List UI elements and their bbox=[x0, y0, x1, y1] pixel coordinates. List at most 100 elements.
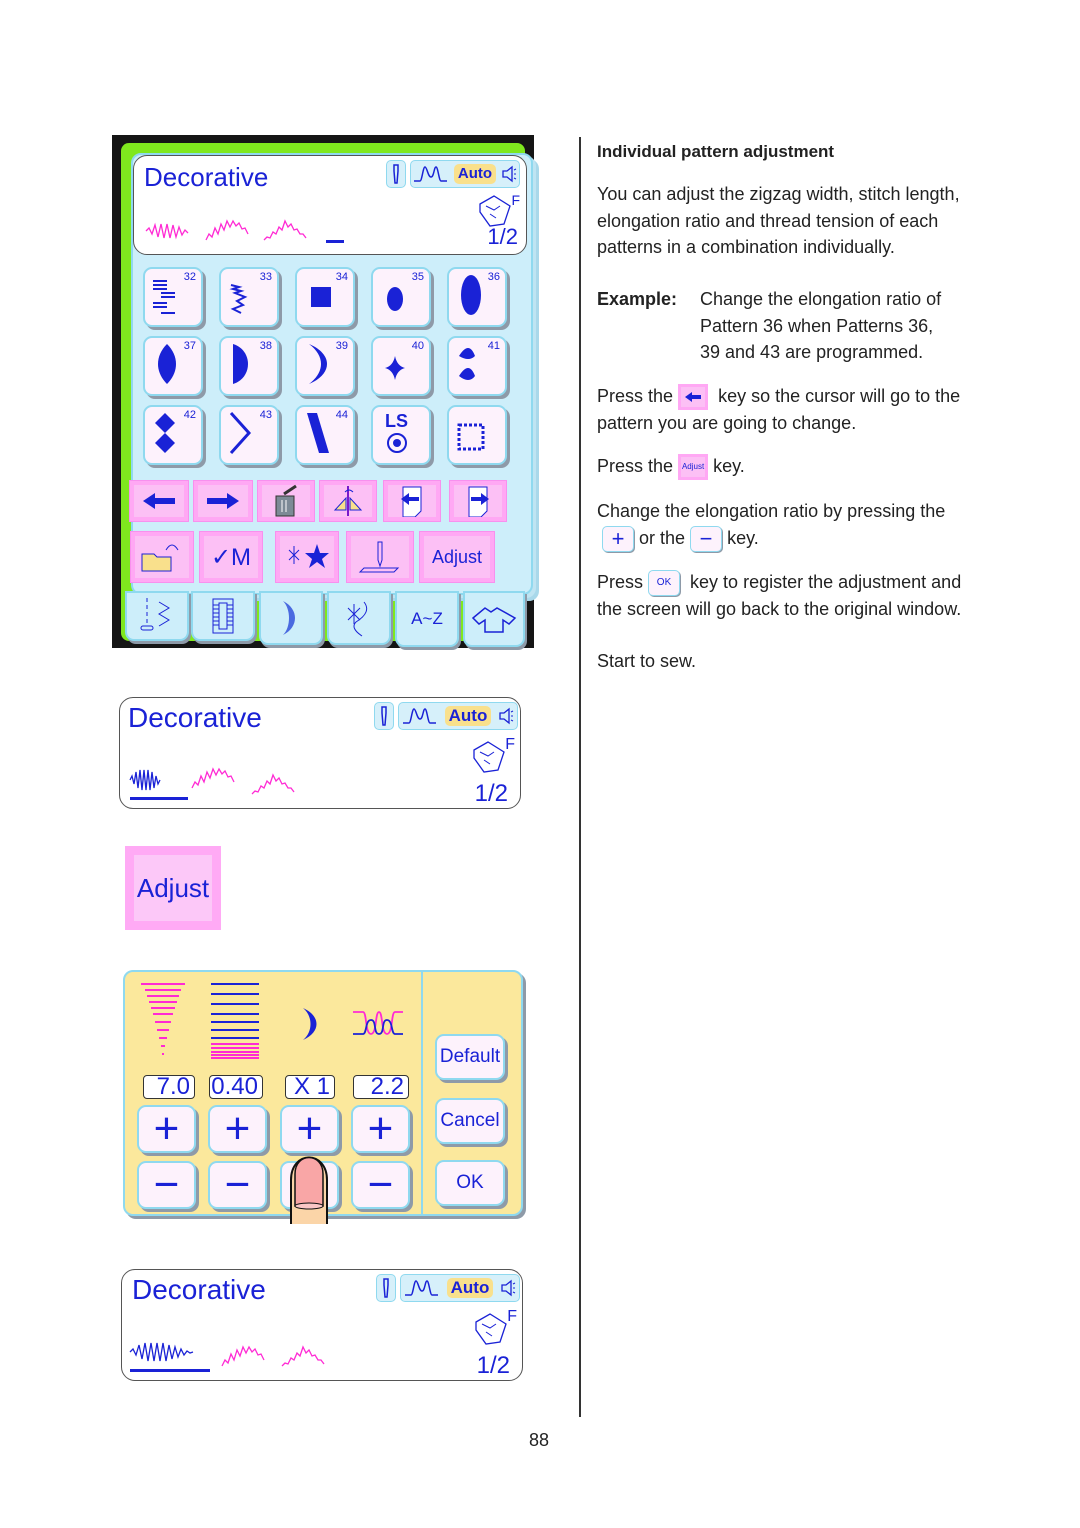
stitch-length-plus-button[interactable]: + bbox=[208, 1104, 267, 1153]
example-label: Example: bbox=[597, 289, 678, 309]
folder-recall-icon bbox=[141, 544, 179, 572]
pattern-button-37[interactable]: 37 bbox=[143, 336, 203, 396]
pattern-number: 37 bbox=[183, 340, 196, 352]
step-text: key. bbox=[713, 456, 745, 476]
presser-foot-icon bbox=[473, 741, 505, 773]
lock-stitch-button[interactable]: LS bbox=[371, 405, 431, 465]
needle-position-button[interactable] bbox=[346, 531, 414, 583]
page-forward-button[interactable] bbox=[449, 480, 507, 522]
cursor-left-button[interactable] bbox=[129, 480, 189, 522]
needle-icon[interactable] bbox=[376, 1274, 396, 1302]
pattern-number: 43 bbox=[259, 409, 272, 421]
speaker-icon bbox=[501, 1279, 515, 1297]
slanted-satin-icon bbox=[307, 413, 329, 453]
zigzag-width-icon bbox=[141, 983, 185, 1055]
thread-tension-minus-button[interactable]: − bbox=[351, 1160, 410, 1209]
auto-badge: Auto bbox=[444, 706, 492, 726]
inline-ok-key: OK bbox=[648, 570, 681, 597]
ok-button[interactable]: OK bbox=[435, 1160, 505, 1206]
programmed-pattern-preview bbox=[145, 219, 344, 243]
step-text: pattern you are going to change. bbox=[597, 413, 857, 434]
pattern-button-39[interactable]: 39 bbox=[295, 336, 355, 396]
thread-tension-icon bbox=[403, 708, 437, 724]
pattern-number: 41 bbox=[487, 340, 500, 352]
adjust-button[interactable]: Adjust bbox=[419, 531, 495, 583]
pattern-button-43[interactable]: 43 bbox=[219, 405, 279, 465]
tab-alphabet[interactable]: A~Z bbox=[395, 591, 459, 647]
pattern-number: 42 bbox=[183, 409, 196, 421]
elongation-icon bbox=[303, 1008, 317, 1040]
pattern-button-34[interactable]: 34 bbox=[295, 267, 355, 327]
default-button[interactable]: Default bbox=[435, 1034, 505, 1080]
step-text: Press the bbox=[597, 456, 674, 476]
zigzag-width-plus-button[interactable]: + bbox=[137, 1104, 196, 1153]
tab-buttonhole[interactable] bbox=[191, 591, 255, 641]
programmed-pattern-preview bbox=[129, 767, 295, 800]
tension-box[interactable]: Auto bbox=[410, 160, 520, 188]
delete-button[interactable] bbox=[257, 480, 315, 522]
page-number: 88 bbox=[529, 1430, 550, 1450]
adjust-key[interactable]: Adjust bbox=[125, 846, 221, 930]
chevron-stitch-icon bbox=[229, 411, 252, 455]
tab-garment[interactable] bbox=[463, 591, 525, 647]
stitch-length-icon bbox=[211, 983, 259, 1059]
pattern-button-42[interactable]: 42 bbox=[143, 405, 203, 465]
pattern-button-40[interactable]: 40 bbox=[371, 336, 431, 396]
page-indicator: 1/2 bbox=[474, 780, 508, 807]
status-display-cursor: Decorative Auto F 1/2 bbox=[119, 697, 521, 809]
tab-decorative[interactable] bbox=[327, 591, 391, 645]
tab-satin[interactable] bbox=[259, 591, 323, 645]
step-text: key so the cursor will go to the bbox=[718, 386, 961, 406]
column-divider bbox=[579, 137, 581, 1417]
example-line: Change the elongation ratio of bbox=[700, 289, 942, 309]
tension-box[interactable]: Auto bbox=[400, 1274, 520, 1302]
pattern-button-32[interactable]: 32 bbox=[143, 267, 203, 327]
zigzag-width-value: 7.0 bbox=[143, 1075, 195, 1099]
zigzag-width-minus-button[interactable]: − bbox=[137, 1160, 196, 1209]
pattern-number: 35 bbox=[411, 271, 424, 283]
dotted-square-icon bbox=[457, 423, 485, 451]
thread-tension-icon bbox=[353, 1011, 403, 1035]
pattern-number: 33 bbox=[259, 271, 272, 283]
cursor-right-button[interactable] bbox=[193, 480, 253, 522]
minus-icon: − bbox=[699, 525, 713, 551]
pattern-button-38[interactable]: 38 bbox=[219, 336, 279, 396]
memory-check-button[interactable]: ✓M bbox=[199, 531, 263, 583]
pattern-number: 36 bbox=[487, 271, 500, 283]
step-text: key. bbox=[727, 527, 759, 548]
mirror-image-button[interactable] bbox=[319, 480, 377, 522]
needle-icon[interactable] bbox=[386, 160, 406, 188]
adjust-key-label: Adjust bbox=[136, 872, 210, 903]
thread-tension-plus-button[interactable]: + bbox=[351, 1104, 410, 1153]
mode-title: Decorative bbox=[132, 1274, 266, 1305]
page-forward-icon bbox=[468, 486, 489, 517]
tension-box[interactable]: Auto bbox=[398, 702, 518, 730]
pattern-button-41[interactable]: 41 bbox=[447, 336, 507, 396]
status-display: Decorative Auto F 1/2 bbox=[133, 155, 527, 255]
cancel-button[interactable]: Cancel bbox=[435, 1098, 505, 1144]
stitch-length-minus-button[interactable]: − bbox=[208, 1160, 267, 1209]
step-text: Press the bbox=[597, 386, 674, 406]
pattern-button-36[interactable]: 36 bbox=[447, 267, 507, 327]
pattern-button-44[interactable]: 44 bbox=[295, 405, 355, 465]
default-label: Default bbox=[439, 1046, 501, 1067]
tab-utility[interactable] bbox=[125, 591, 189, 641]
pattern-button-35[interactable]: 35 bbox=[371, 267, 431, 327]
needle-icon[interactable] bbox=[374, 702, 394, 730]
stitch-combination-button[interactable] bbox=[275, 531, 339, 583]
page-back-button[interactable] bbox=[383, 480, 441, 522]
star-diamond-icon bbox=[385, 356, 405, 380]
satin-block-icon bbox=[311, 287, 331, 307]
pattern-button-33[interactable]: 33 bbox=[219, 267, 279, 327]
needle-plate-icon bbox=[358, 541, 400, 573]
pattern-outline-button[interactable] bbox=[447, 405, 507, 465]
memory-check-label: ✓M bbox=[210, 543, 252, 571]
minus-icon: − bbox=[153, 1160, 180, 1209]
inline-minus-key: − bbox=[690, 525, 723, 552]
mode-title: Decorative bbox=[128, 702, 262, 733]
memory-recall-button[interactable] bbox=[130, 531, 194, 583]
finger-pointer-icon bbox=[290, 1156, 328, 1224]
elongation-value: X 1 bbox=[285, 1075, 335, 1099]
small-oval-icon bbox=[387, 287, 403, 311]
pattern-number: 44 bbox=[335, 409, 348, 421]
